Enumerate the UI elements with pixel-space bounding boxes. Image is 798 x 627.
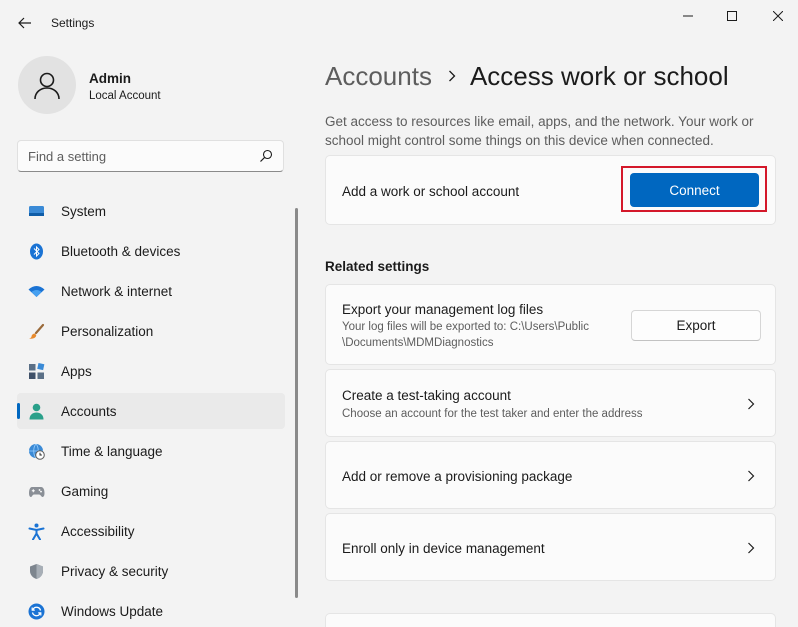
system-icon [29,206,44,216]
page-title: Access work or school [469,60,729,91]
sidebar-item-accounts[interactable]: Accounts [17,393,285,429]
accessibility-icon [28,523,45,540]
minimize-icon [683,15,693,17]
sidebar-item-label: Accessibility [61,524,135,539]
page-description: Get access to resources like email, apps… [325,114,754,148]
sidebar-nav: System Bluetooth & devices Network & int… [17,193,285,627]
enroll-card[interactable]: Enroll only in device management [325,513,776,581]
sidebar-item-label: Accounts [61,404,117,419]
sidebar-item-label: Apps [61,364,92,379]
provisioning-title: Add or remove a provisioning package [342,469,573,484]
chevron-right-icon [748,470,755,482]
gamepad-icon [29,487,45,497]
sidebar-item-label: Personalization [61,324,154,339]
sidebar-item-label: Time & language [61,444,163,459]
globe-clock-icon [29,443,45,460]
sidebar-item-gaming[interactable]: Gaming [17,473,285,509]
test-account-card[interactable]: Create a test-taking account Choose an a… [325,369,776,437]
export-logs-card: Export your management log files Your lo… [325,284,776,365]
export-logs-subtitle-line: Your log files will be exported to: C:\U… [342,321,589,333]
minimize-button[interactable] [665,4,711,28]
sidebar-item-apps[interactable]: Apps [17,353,285,389]
maximize-icon [727,11,737,21]
sidebar-item-label: Network & internet [61,284,173,299]
export-logs-title: Export your management log files [342,302,544,317]
back-button[interactable] [12,10,38,36]
breadcrumb: Accounts Access work or school [325,58,729,94]
search-input[interactable] [18,141,248,171]
sidebar-scrollbar[interactable] [295,208,298,598]
paintbrush-icon [29,323,45,339]
maximize-button[interactable] [709,4,755,28]
title-bar: Settings [0,0,798,46]
sidebar-item-network[interactable]: Network & internet [17,273,285,309]
search-box[interactable] [17,140,284,172]
apps-icon [29,363,45,379]
export-logs-subtitle-line: \Documents\MDMDiagnostics [342,337,494,349]
shield-icon [30,564,43,579]
user-name: Admin [89,71,131,86]
user-avatar-icon [34,72,60,100]
chevron-right-icon [748,398,755,410]
sidebar-item-accessibility[interactable]: Accessibility [17,513,285,549]
chevron-right-icon [448,70,456,82]
wifi-icon [28,286,45,297]
connect-button[interactable]: Connect [630,173,759,207]
test-account-subtitle: Choose an account for the test taker and… [342,408,643,420]
provisioning-card[interactable]: Add or remove a provisioning package [325,441,776,509]
search-icon[interactable] [259,149,273,163]
chevron-right-icon [748,542,755,554]
avatar [18,56,76,114]
breadcrumb-parent[interactable]: Accounts [325,61,432,92]
sidebar-item-personalization[interactable]: Personalization [17,313,285,349]
sidebar-item-bluetooth[interactable]: Bluetooth & devices [17,233,285,269]
sidebar-item-windows-update[interactable]: Windows Update [17,593,285,627]
export-logs-subtitle: Your log files will be exported to: C:\U… [342,319,632,351]
sidebar-item-privacy-security[interactable]: Privacy & security [17,553,285,589]
bluetooth-icon [30,243,43,260]
related-settings-heading: Related settings [325,259,430,274]
update-icon [28,603,45,620]
back-arrow-icon [18,17,31,29]
account-type: Local Account [89,90,161,102]
app-title: Settings [51,16,95,30]
breadcrumb-separator [448,70,456,82]
sidebar-item-system[interactable]: System [17,193,285,229]
sidebar-item-label: Gaming [61,484,109,499]
next-card[interactable] [325,613,776,627]
export-button[interactable]: Export [631,310,761,341]
sidebar-item-label: Windows Update [61,604,164,619]
sidebar-item-label: Bluetooth & devices [61,244,181,259]
close-icon [773,11,783,21]
sidebar-item-label: Privacy & security [61,564,169,579]
add-account-label: Add a work or school account [342,184,520,199]
enroll-title: Enroll only in device management [342,541,545,556]
close-button[interactable] [755,4,798,28]
sidebar-item-time-language[interactable]: Time & language [17,433,285,469]
test-account-title: Create a test-taking account [342,388,511,403]
person-icon [29,403,44,420]
sidebar-item-label: System [61,204,107,219]
user-profile[interactable]: Admin Local Account [18,56,288,116]
